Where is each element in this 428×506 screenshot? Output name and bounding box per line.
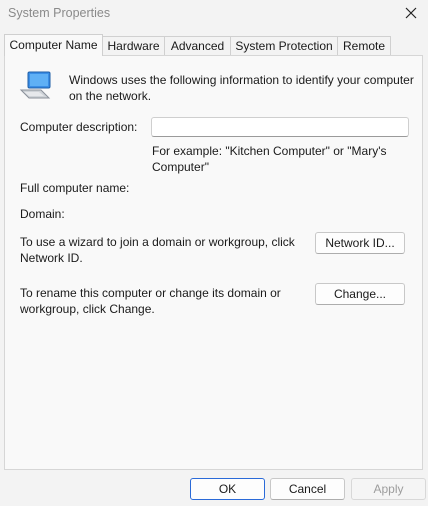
- computer-icon: [19, 70, 53, 102]
- close-button[interactable]: [400, 3, 422, 23]
- tab-hardware[interactable]: Hardware: [102, 36, 165, 56]
- ok-button[interactable]: OK: [190, 478, 265, 500]
- change-button[interactable]: Change...: [315, 283, 405, 305]
- full-name-label: Full computer name:: [20, 181, 130, 195]
- description-label: Computer description:: [20, 120, 138, 134]
- close-icon: [405, 7, 417, 19]
- intro-text: Windows uses the following information t…: [69, 73, 414, 103]
- domain-label: Domain:: [20, 207, 65, 221]
- tab-system-protection[interactable]: System Protection: [230, 36, 338, 56]
- description-example: For example: "Kitchen Computer" or "Mary…: [152, 144, 387, 174]
- network-id-button[interactable]: Network ID...: [315, 232, 405, 254]
- tab-remote[interactable]: Remote: [337, 36, 391, 56]
- cancel-button[interactable]: Cancel: [270, 478, 345, 500]
- tab-advanced[interactable]: Advanced: [164, 36, 231, 56]
- network-id-text: To use a wizard to join a domain or work…: [20, 235, 295, 265]
- computer-description-input[interactable]: [151, 117, 409, 137]
- window-title: System Properties: [8, 6, 111, 20]
- tab-computer-name[interactable]: Computer Name: [4, 34, 103, 56]
- rename-text: To rename this computer or change its do…: [20, 286, 281, 316]
- apply-button[interactable]: Apply: [351, 478, 426, 500]
- title-bar: System Properties: [0, 0, 428, 28]
